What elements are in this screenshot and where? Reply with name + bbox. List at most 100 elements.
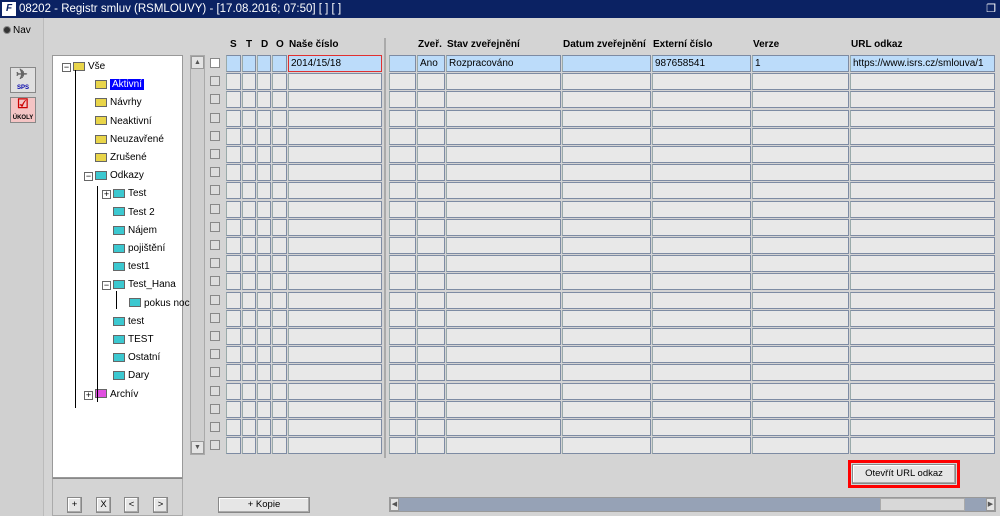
- cell-blank[interactable]: [389, 419, 416, 436]
- cell-zver[interactable]: [417, 255, 445, 273]
- cell-o[interactable]: [272, 73, 287, 91]
- cell-nase[interactable]: [288, 200, 382, 218]
- cell-s[interactable]: [226, 273, 241, 291]
- cell-t[interactable]: [242, 164, 256, 182]
- cell-stav[interactable]: [446, 382, 561, 400]
- cell-verze[interactable]: [752, 200, 849, 218]
- cell-s[interactable]: [226, 109, 241, 127]
- cell-datum[interactable]: [562, 91, 651, 109]
- cell-nase[interactable]: [288, 146, 382, 163]
- cell-verze[interactable]: [752, 146, 849, 163]
- cell-stav[interactable]: [446, 218, 561, 236]
- row-checkbox[interactable]: [210, 149, 220, 159]
- column-header-d[interactable]: D: [261, 39, 268, 50]
- cell-stav[interactable]: [446, 400, 561, 418]
- cell-ext[interactable]: [652, 273, 751, 291]
- row-checkbox[interactable]: [210, 331, 220, 341]
- cell-t[interactable]: [242, 437, 256, 455]
- column-header-s[interactable]: S: [230, 39, 237, 50]
- tree-node[interactable]: Zrušené: [95, 151, 147, 165]
- cell-s[interactable]: [226, 400, 241, 418]
- cell-o[interactable]: [272, 237, 287, 254]
- column-header-ext[interactable]: Externí číslo: [653, 39, 712, 50]
- cell-s[interactable]: [226, 419, 241, 436]
- cell-nase[interactable]: [288, 182, 382, 200]
- cell-url[interactable]: [850, 146, 995, 163]
- cell-blank[interactable]: [389, 273, 416, 291]
- cell-t[interactable]: [242, 273, 256, 291]
- cell-verze[interactable]: [752, 218, 849, 236]
- cell-stav[interactable]: Rozpracováno: [446, 55, 561, 72]
- cell-ext[interactable]: [652, 146, 751, 163]
- cell-blank[interactable]: [389, 255, 416, 273]
- cell-d[interactable]: [257, 182, 271, 200]
- cell-datum[interactable]: [562, 255, 651, 273]
- cell-blank[interactable]: [389, 328, 416, 345]
- cell-ext[interactable]: [652, 382, 751, 400]
- row-checkbox[interactable]: [210, 130, 220, 141]
- row-checkbox[interactable]: [210, 203, 220, 214]
- cell-verze[interactable]: [752, 437, 849, 455]
- cell-blank[interactable]: [389, 346, 416, 364]
- column-header-o[interactable]: O: [276, 39, 284, 50]
- cell-s[interactable]: [226, 346, 241, 364]
- collapse-icon[interactable]: −: [84, 172, 93, 182]
- cell-s[interactable]: [226, 182, 241, 200]
- cell-stav[interactable]: [446, 164, 561, 182]
- cell-s[interactable]: [226, 237, 241, 254]
- cell-d[interactable]: [257, 237, 271, 254]
- cell-t[interactable]: [242, 328, 256, 345]
- cell-nase[interactable]: [288, 437, 382, 455]
- cell-ext[interactable]: [652, 255, 751, 273]
- row-checkbox[interactable]: [210, 112, 220, 123]
- cell-stav[interactable]: [446, 346, 561, 364]
- cell-o[interactable]: [272, 419, 287, 436]
- cell-datum[interactable]: [562, 237, 651, 254]
- cell-ext[interactable]: [652, 237, 751, 254]
- cell-nase[interactable]: 2014/15/18: [288, 55, 382, 72]
- cell-blank[interactable]: [389, 309, 416, 327]
- tree-node[interactable]: Odkazy: [95, 169, 144, 183]
- row-checkbox[interactable]: [210, 367, 220, 378]
- cell-stav[interactable]: [446, 91, 561, 109]
- cell-blank[interactable]: [389, 218, 416, 236]
- row-checkbox[interactable]: [210, 349, 220, 360]
- tree-node[interactable]: Neuzavřené: [95, 133, 164, 147]
- collapse-icon[interactable]: −: [62, 63, 71, 72]
- cell-s[interactable]: [226, 364, 241, 382]
- cell-nase[interactable]: [288, 419, 382, 436]
- cell-datum[interactable]: [562, 164, 651, 182]
- cell-ext[interactable]: [652, 218, 751, 236]
- cell-url[interactable]: [850, 419, 995, 436]
- cell-d[interactable]: [257, 382, 271, 400]
- cell-nase[interactable]: [288, 309, 382, 327]
- cell-blank[interactable]: [389, 91, 416, 109]
- row-checkbox[interactable]: [210, 440, 220, 451]
- cell-stav[interactable]: [446, 309, 561, 327]
- cell-d[interactable]: [257, 200, 271, 218]
- tree-node[interactable]: Návrhy: [95, 96, 142, 110]
- cell-blank[interactable]: [389, 291, 416, 309]
- tree-node[interactable]: test: [113, 315, 144, 329]
- horizontal-scrollbar[interactable]: ◀ ▶: [389, 497, 996, 512]
- add-node-button[interactable]: +: [67, 497, 82, 513]
- cell-verze[interactable]: [752, 73, 849, 91]
- cell-ext[interactable]: [652, 182, 751, 200]
- scroll-right-icon[interactable]: ▶: [986, 498, 995, 511]
- kopie-button[interactable]: + Kopie: [218, 497, 310, 513]
- cell-t[interactable]: [242, 182, 256, 200]
- cell-nase[interactable]: [288, 346, 382, 364]
- cell-t[interactable]: [242, 73, 256, 91]
- cell-datum[interactable]: [562, 364, 651, 382]
- open-url-button[interactable]: Otevřít URL odkaz: [852, 464, 956, 484]
- cell-ext[interactable]: [652, 400, 751, 418]
- cell-zver[interactable]: [417, 328, 445, 345]
- cell-o[interactable]: [272, 400, 287, 418]
- cell-t[interactable]: [242, 309, 256, 327]
- cell-zver[interactable]: [417, 382, 445, 400]
- cell-ext[interactable]: [652, 364, 751, 382]
- cell-verze[interactable]: [752, 182, 849, 200]
- cell-s[interactable]: [226, 127, 241, 145]
- cell-nase[interactable]: [288, 127, 382, 145]
- cell-blank[interactable]: [389, 400, 416, 418]
